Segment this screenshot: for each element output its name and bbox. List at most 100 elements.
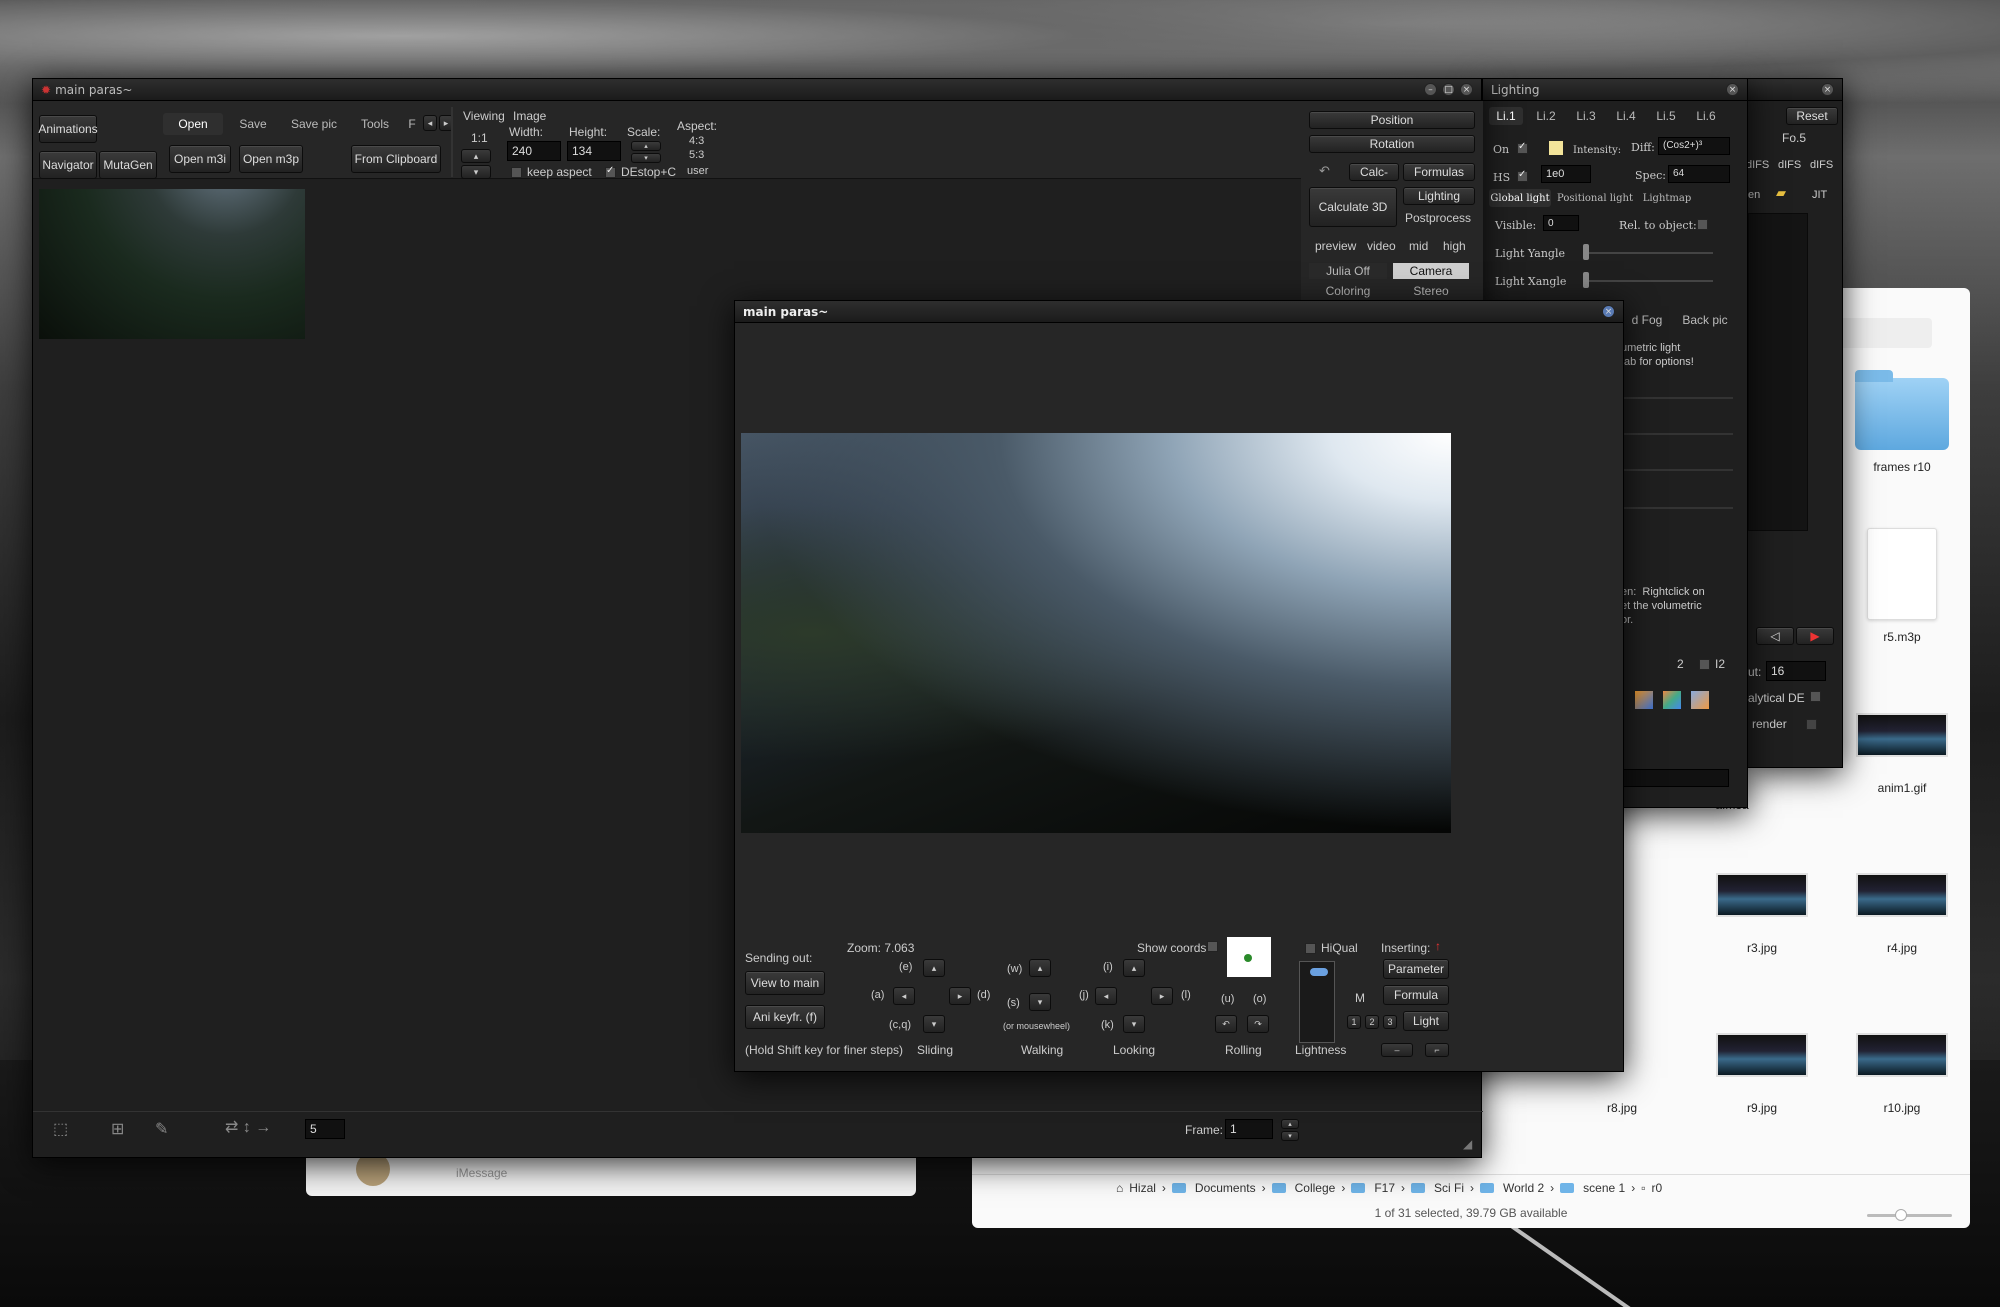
close-icon[interactable]: × bbox=[1726, 83, 1739, 96]
tab-li1[interactable]: Li.1 bbox=[1489, 107, 1523, 125]
julia-off-tab[interactable]: Julia Off bbox=[1309, 263, 1387, 279]
arrow-left-button[interactable]: ◁ bbox=[1756, 627, 1794, 645]
close-icon[interactable]: × bbox=[1602, 305, 1615, 318]
slide-down-button[interactable]: ▾ bbox=[923, 1015, 945, 1033]
finder-item[interactable]: frames r10 bbox=[1842, 370, 1962, 474]
path-item[interactable]: F17 bbox=[1374, 1181, 1395, 1195]
look-left-button[interactable]: ◂ bbox=[1095, 987, 1117, 1005]
add-icon[interactable]: ⊞ bbox=[111, 1119, 124, 1139]
frame-up-button[interactable]: ▴ bbox=[1281, 1119, 1299, 1129]
tab-li3[interactable]: Li.3 bbox=[1569, 107, 1603, 125]
step-1-button[interactable]: 1 bbox=[1347, 1015, 1361, 1029]
path-item[interactable]: College bbox=[1295, 1181, 1336, 1195]
reset-button[interactable]: Reset bbox=[1786, 107, 1838, 125]
postprocess-button[interactable]: Postprocess bbox=[1405, 211, 1471, 225]
tab-save[interactable]: Save bbox=[225, 113, 281, 135]
folder-open-icon[interactable]: ▰ bbox=[1776, 185, 1786, 201]
light-preset-icon[interactable] bbox=[1635, 691, 1653, 709]
lightness-knob[interactable] bbox=[1310, 968, 1328, 976]
coloring-tab[interactable]: Coloring bbox=[1309, 283, 1387, 299]
render-preview[interactable] bbox=[39, 189, 305, 339]
slider-knob[interactable] bbox=[1895, 1209, 1907, 1221]
tab-back-pic[interactable]: Back pic bbox=[1675, 311, 1735, 329]
tab-open[interactable]: Open bbox=[163, 113, 223, 135]
light-button[interactable]: Light bbox=[1403, 1011, 1449, 1031]
width-field[interactable]: 240 bbox=[507, 141, 561, 161]
light-preset-icon[interactable] bbox=[1663, 691, 1681, 709]
tab-tools[interactable]: Tools bbox=[347, 113, 403, 135]
xangle-slider-knob[interactable] bbox=[1583, 272, 1589, 288]
ani-keyframe-button[interactable]: Ani keyfr. (f) bbox=[745, 1005, 825, 1029]
path-item[interactable]: Sci Fi bbox=[1434, 1181, 1464, 1195]
roll-right-button[interactable]: ↷ bbox=[1247, 1015, 1269, 1033]
chevron-down-icon[interactable] bbox=[1806, 719, 1817, 730]
step-field[interactable]: 5 bbox=[305, 1119, 345, 1139]
show-coords-checkbox[interactable] bbox=[1207, 941, 1218, 952]
message-input[interactable]: iMessage bbox=[456, 1166, 507, 1180]
light-color-swatch[interactable] bbox=[1549, 141, 1563, 155]
tab-li2[interactable]: Li.2 bbox=[1529, 107, 1563, 125]
aspect-option[interactable]: user bbox=[687, 165, 708, 177]
quality-video[interactable]: video bbox=[1367, 239, 1396, 253]
formulas-button[interactable]: Formulas bbox=[1403, 163, 1475, 181]
resize-grip-icon[interactable]: ◢ bbox=[1463, 1137, 1472, 1151]
formula-button[interactable]: Formula bbox=[1383, 985, 1449, 1005]
analytical-de-checkbox[interactable] bbox=[1810, 691, 1821, 702]
tab-f[interactable]: F bbox=[405, 113, 419, 135]
mutagen-button[interactable]: MutaGen bbox=[99, 151, 157, 179]
close-icon[interactable]: × bbox=[1460, 83, 1473, 96]
close-icon[interactable]: × bbox=[1821, 83, 1834, 96]
select-area-icon[interactable]: ⬚ bbox=[53, 1119, 68, 1139]
path-item[interactable]: Hizal bbox=[1129, 1181, 1156, 1195]
maximize-icon[interactable]: □ bbox=[1442, 83, 1455, 96]
arrow-right-button[interactable]: ▶ bbox=[1796, 627, 1834, 645]
tab-save-pic[interactable]: Save pic bbox=[283, 113, 345, 135]
path-item[interactable]: Documents bbox=[1195, 1181, 1256, 1195]
jit-label[interactable]: JIT bbox=[1812, 189, 1827, 201]
aspect-option[interactable]: 4:3 bbox=[689, 135, 704, 147]
quality-high[interactable]: high bbox=[1443, 239, 1466, 253]
finder-item[interactable]: r3.jpg bbox=[1702, 873, 1822, 955]
on-checkbox[interactable] bbox=[1517, 141, 1528, 154]
calc-button[interactable]: Calc- bbox=[1349, 163, 1399, 181]
lighting-button[interactable]: Lighting bbox=[1403, 187, 1475, 205]
finder-item[interactable]: r9.jpg bbox=[1702, 1033, 1822, 1115]
position-button[interactable]: Position bbox=[1309, 111, 1475, 129]
navigator-button[interactable]: Navigator bbox=[39, 151, 97, 179]
difs-label[interactable]: dIFS bbox=[1778, 159, 1801, 171]
tab-positional-light[interactable]: Positional light bbox=[1555, 189, 1635, 207]
xangle-slider[interactable] bbox=[1583, 280, 1713, 282]
calculate-3d-button[interactable]: Calculate 3D bbox=[1309, 187, 1397, 227]
camera-tab[interactable]: Camera bbox=[1393, 263, 1469, 279]
hiqual-checkbox[interactable] bbox=[1305, 943, 1316, 954]
tab-fog[interactable]: d Fog bbox=[1623, 311, 1671, 329]
step-3-button[interactable]: 3 bbox=[1383, 1015, 1397, 1029]
viewing-down-button[interactable]: ▾ bbox=[461, 165, 491, 179]
hs-checkbox[interactable] bbox=[1517, 169, 1528, 182]
tab-li6[interactable]: Li.6 bbox=[1689, 107, 1723, 125]
look-up-button[interactable]: ▴ bbox=[1123, 959, 1145, 977]
path-item[interactable]: r0 bbox=[1651, 1181, 1662, 1195]
scale-down-button[interactable]: ▾ bbox=[631, 153, 661, 163]
rel-to-object-checkbox[interactable] bbox=[1697, 219, 1708, 230]
undo-icon[interactable]: ↶ bbox=[1319, 163, 1330, 179]
from-clipboard-button[interactable]: From Clipboard bbox=[351, 145, 441, 173]
finder-item[interactable]: anim1.gif bbox=[1842, 713, 1962, 795]
rotation-button[interactable]: Rotation bbox=[1309, 135, 1475, 153]
slide-left-button[interactable]: ◂ bbox=[893, 987, 915, 1005]
expand-button[interactable]: ⌐ bbox=[1425, 1043, 1449, 1057]
light-preset-icon[interactable] bbox=[1691, 691, 1709, 709]
difs-label[interactable]: dIFS bbox=[1746, 159, 1769, 171]
visible-select[interactable]: 0 bbox=[1543, 215, 1579, 231]
animations-button[interactable]: Animations bbox=[38, 115, 98, 143]
formula-list[interactable] bbox=[1748, 213, 1808, 531]
viewing-up-button[interactable]: ▴ bbox=[461, 149, 491, 163]
slide-up-button[interactable]: ▴ bbox=[923, 959, 945, 977]
parameter-button[interactable]: Parameter bbox=[1383, 959, 1449, 979]
ut-field[interactable]: 16 bbox=[1766, 661, 1826, 681]
move-arrows-icon[interactable]: ⇄ ↕ → bbox=[225, 1117, 271, 1137]
finder-item[interactable]: r4.jpg bbox=[1842, 873, 1962, 955]
aspect-option[interactable]: 5:3 bbox=[689, 149, 704, 161]
tab-lightmap[interactable]: Lightmap bbox=[1639, 189, 1695, 207]
walk-forward-button[interactable]: ▴ bbox=[1029, 959, 1051, 977]
